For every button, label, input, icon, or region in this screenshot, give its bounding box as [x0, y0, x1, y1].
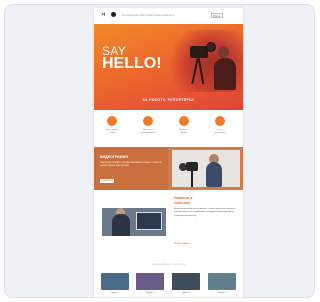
- gallery-thumb-label: Проект 3: [181, 292, 191, 294]
- promo-text: Научитесь снимать профессиональное видео…: [100, 161, 162, 168]
- article-section: Новости и события Наши выпускники расска…: [94, 194, 243, 254]
- header-login-button[interactable]: Войти: [211, 13, 223, 18]
- hero-banner: SAY HELLO! ЗА РАБОТУ, РЕПОРТЁРЫ!: [94, 24, 243, 110]
- article-photo[interactable]: [102, 208, 166, 236]
- camera-operator-head: [218, 46, 229, 58]
- features-row: Курсы видео- съёмки Монтаж и постпродакш…: [94, 112, 243, 146]
- gallery-thumb-label: Проект 4: [217, 292, 227, 294]
- gallery-thumb[interactable]: [136, 273, 164, 290]
- email-header: Ц Обучение Курсы Мастерская Проекты Конт…: [94, 8, 243, 24]
- promo-text-panel: ВИДЕОГРАФИЯ Научитесь снимать профессион…: [94, 147, 168, 190]
- feature-item[interactable]: Работа со звуком: [170, 116, 198, 135]
- feature-circle-icon: [215, 116, 225, 126]
- article-body: Наши выпускники рассказывают о своих про…: [174, 208, 236, 217]
- feature-item[interactable]: Курсы видео- съёмки: [98, 116, 126, 135]
- feature-label: Курсы видео- съёмки: [105, 129, 119, 134]
- feature-item[interactable]: Монтаж и постпродакшн: [134, 116, 162, 135]
- promo-button[interactable]: Подробнее: [100, 179, 114, 183]
- preview-frame: Ц Обучение Курсы Мастерская Проекты Конт…: [4, 4, 315, 298]
- promo-title: ВИДЕОГРАФИЯ: [100, 155, 128, 159]
- feature-label: Монтаж и постпродакшн: [140, 129, 156, 134]
- feature-label: Свет и постановка: [214, 129, 226, 134]
- header-nav-links[interactable]: Обучение Курсы Мастерская Проекты Контак…: [121, 14, 175, 17]
- operator: [206, 162, 222, 187]
- feature-item[interactable]: Свет и постановка: [206, 116, 234, 135]
- person: [112, 214, 130, 236]
- feature-label: Работа со звуком: [178, 129, 190, 134]
- gallery-thumb-label: Проект 1: [110, 292, 120, 294]
- tripod-leg: [191, 171, 193, 187]
- gallery-thumb[interactable]: [208, 273, 236, 290]
- email-preview: Ц Обучение Курсы Мастерская Проекты Конт…: [94, 8, 243, 297]
- feature-circle-icon: [179, 116, 189, 126]
- camera-operator: [214, 58, 236, 90]
- feature-circle-icon: [107, 116, 117, 126]
- gallery-title: Наши работы и проекты: [151, 262, 186, 266]
- gallery-thumb[interactable]: [101, 273, 129, 290]
- article-read-more-link[interactable]: Читать далее →: [174, 242, 192, 245]
- hero-tagline: ЗА РАБОТУ, РЕПОРТЁРЫ!: [142, 98, 195, 102]
- gallery-thumb[interactable]: [172, 273, 200, 290]
- monitor-screen: [136, 212, 162, 230]
- camera-icon: [186, 162, 198, 171]
- promo-block: ВИДЕОГРАФИЯ Научитесь снимать профессион…: [94, 147, 243, 190]
- logo: Ц: [102, 11, 105, 16]
- article-title: Новости и события: [174, 196, 193, 205]
- logo-mark-icon: [111, 12, 116, 17]
- promo-photo: [172, 150, 240, 187]
- hero-heading-line2: HELLO!: [102, 55, 162, 72]
- feature-circle-icon: [143, 116, 153, 126]
- camera-lens-icon: [206, 42, 216, 52]
- gallery-thumb-label: Проект 2: [145, 292, 155, 294]
